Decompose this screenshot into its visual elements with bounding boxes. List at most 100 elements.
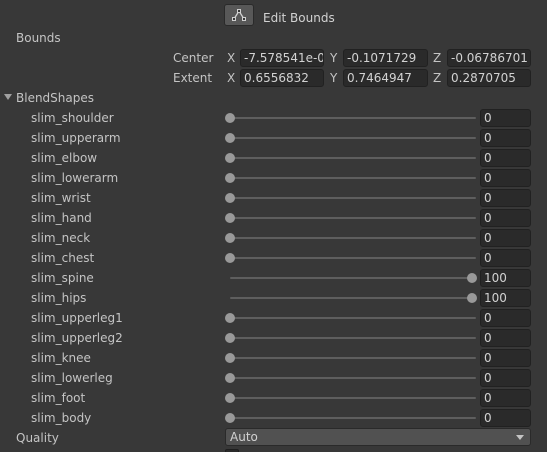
blendshape-slider-track[interactable] [230,417,476,419]
blendshape-value-field[interactable]: 0 [480,329,531,347]
blendshape-name: slim_body [31,411,92,425]
blendshape-row: slim_upperarm 0 [0,128,547,148]
blendshape-value-field[interactable]: 0 [480,109,531,127]
blendshape-slider-thumb[interactable] [225,393,235,403]
blendshape-slider-track[interactable] [230,217,476,219]
blendshape-row: slim_neck 0 [0,228,547,248]
blendshape-slider-thumb[interactable] [225,413,235,423]
blendshape-value-field[interactable]: 0 [480,349,531,367]
quality-label: Quality [16,431,59,445]
blendshape-slider-track[interactable] [230,277,476,279]
center-x-axis-label: X [227,51,236,65]
blendshape-value-field[interactable]: 100 [480,289,531,307]
blendshape-slider-track[interactable] [230,337,476,339]
blendshapes-foldout-label[interactable]: BlendShapes [16,90,94,106]
blendshape-row: slim_lowerarm 0 [0,168,547,188]
extent-label: Extent [173,71,213,85]
blendshape-name: slim_foot [31,391,86,405]
blendshape-row: slim_shoulder 0 [0,108,547,128]
blendshape-name: slim_lowerleg [31,371,113,385]
blendshape-slider-track[interactable] [230,197,476,199]
center-label: Center [173,51,214,65]
quality-dropdown-value: Auto [230,430,258,444]
center-x-field[interactable]: -7.578541e-0 [240,49,324,67]
blendshape-value-field[interactable]: 0 [480,369,531,387]
blendshape-slider-thumb[interactable] [225,173,235,183]
blendshape-slider-thumb[interactable] [225,113,235,123]
blendshape-slider-track[interactable] [230,397,476,399]
quality-dropdown[interactable]: Auto [225,428,531,446]
blendshape-slider-track[interactable] [230,297,476,299]
blendshape-slider-thumb[interactable] [225,153,235,163]
extent-z-axis-label: Z [433,71,442,85]
blendshape-name: slim_upperleg2 [31,331,123,345]
blendshape-value-field[interactable]: 0 [480,229,531,247]
center-y-axis-label: Y [330,51,338,65]
blendshape-row: slim_chest 0 [0,248,547,268]
blendshape-row: slim_elbow 0 [0,148,547,168]
extent-x-field[interactable]: 0.6556832 [240,69,324,87]
blendshape-value-field[interactable]: 0 [480,169,531,187]
blendshape-row: slim_upperleg1 0 [0,308,547,328]
center-z-axis-label: Z [433,51,442,65]
blendshape-value-field[interactable]: 0 [480,249,531,267]
blendshape-slider-thumb[interactable] [225,353,235,363]
dropdown-arrow-icon [516,435,524,440]
blendshape-name: slim_wrist [31,191,91,205]
extent-y-field[interactable]: 0.7464947 [343,69,428,87]
blendshapes-foldout-arrow-icon[interactable] [4,94,12,100]
edit-bounds-label: Edit Bounds [263,11,335,25]
blendshape-slider-thumb[interactable] [467,293,477,303]
blendshape-slider-track[interactable] [230,377,476,379]
blendshape-name: slim_spine [31,271,94,285]
blendshape-row: slim_body 0 [0,408,547,428]
blendshape-value-field[interactable]: 0 [480,209,531,227]
blendshape-row: slim_hips 100 [0,288,547,308]
blendshape-name: slim_hand [31,211,92,225]
blendshape-slider-thumb[interactable] [467,273,477,283]
blendshape-row: slim_wrist 0 [0,188,547,208]
blendshape-slider-track[interactable] [230,237,476,239]
blendshape-slider-track[interactable] [230,357,476,359]
blendshape-row: slim_foot 0 [0,388,547,408]
blendshape-name: slim_upperarm [31,131,121,145]
blendshape-slider-thumb[interactable] [225,253,235,263]
blendshape-slider-thumb[interactable] [225,133,235,143]
blendshape-value-field[interactable]: 100 [480,269,531,287]
edit-bounds-icon [232,9,246,21]
blendshape-slider-track[interactable] [230,137,476,139]
blendshape-slider-track[interactable] [230,317,476,319]
blendshape-slider-thumb[interactable] [225,193,235,203]
blendshape-slider-thumb[interactable] [225,373,235,383]
blendshape-name: slim_lowerarm [31,171,119,185]
blendshape-row: slim_hand 0 [0,208,547,228]
center-z-field[interactable]: -0.06786701 [447,49,531,67]
blendshape-slider-track[interactable] [230,177,476,179]
extent-z-field[interactable]: 0.2870705 [447,69,531,87]
extent-y-axis-label: Y [330,71,338,85]
blendshape-value-field[interactable]: 0 [480,309,531,327]
blendshape-row: slim_knee 0 [0,348,547,368]
blendshape-name: slim_knee [31,351,91,365]
blendshape-row: slim_upperleg2 0 [0,328,547,348]
blendshape-name: slim_chest [31,251,95,265]
blendshape-value-field[interactable]: 0 [480,189,531,207]
blendshape-name: slim_elbow [31,151,98,165]
blendshape-name: slim_neck [31,231,91,245]
blendshape-slider-thumb[interactable] [225,313,235,323]
bounds-label: Bounds [16,31,61,45]
blendshape-slider-track[interactable] [230,157,476,159]
blendshape-value-field[interactable]: 0 [480,129,531,147]
blendshape-name: slim_hips [31,291,87,305]
blendshape-slider-thumb[interactable] [225,233,235,243]
center-y-field[interactable]: -0.1071729 [343,49,428,67]
extent-x-axis-label: X [227,71,236,85]
blendshape-value-field[interactable]: 0 [480,409,531,427]
blendshape-value-field[interactable]: 0 [480,149,531,167]
blendshape-value-field[interactable]: 0 [480,389,531,407]
blendshape-slider-thumb[interactable] [225,213,235,223]
edit-bounds-button[interactable] [224,4,254,26]
blendshape-slider-track[interactable] [230,257,476,259]
blendshape-slider-thumb[interactable] [225,333,235,343]
blendshape-slider-track[interactable] [230,117,476,119]
